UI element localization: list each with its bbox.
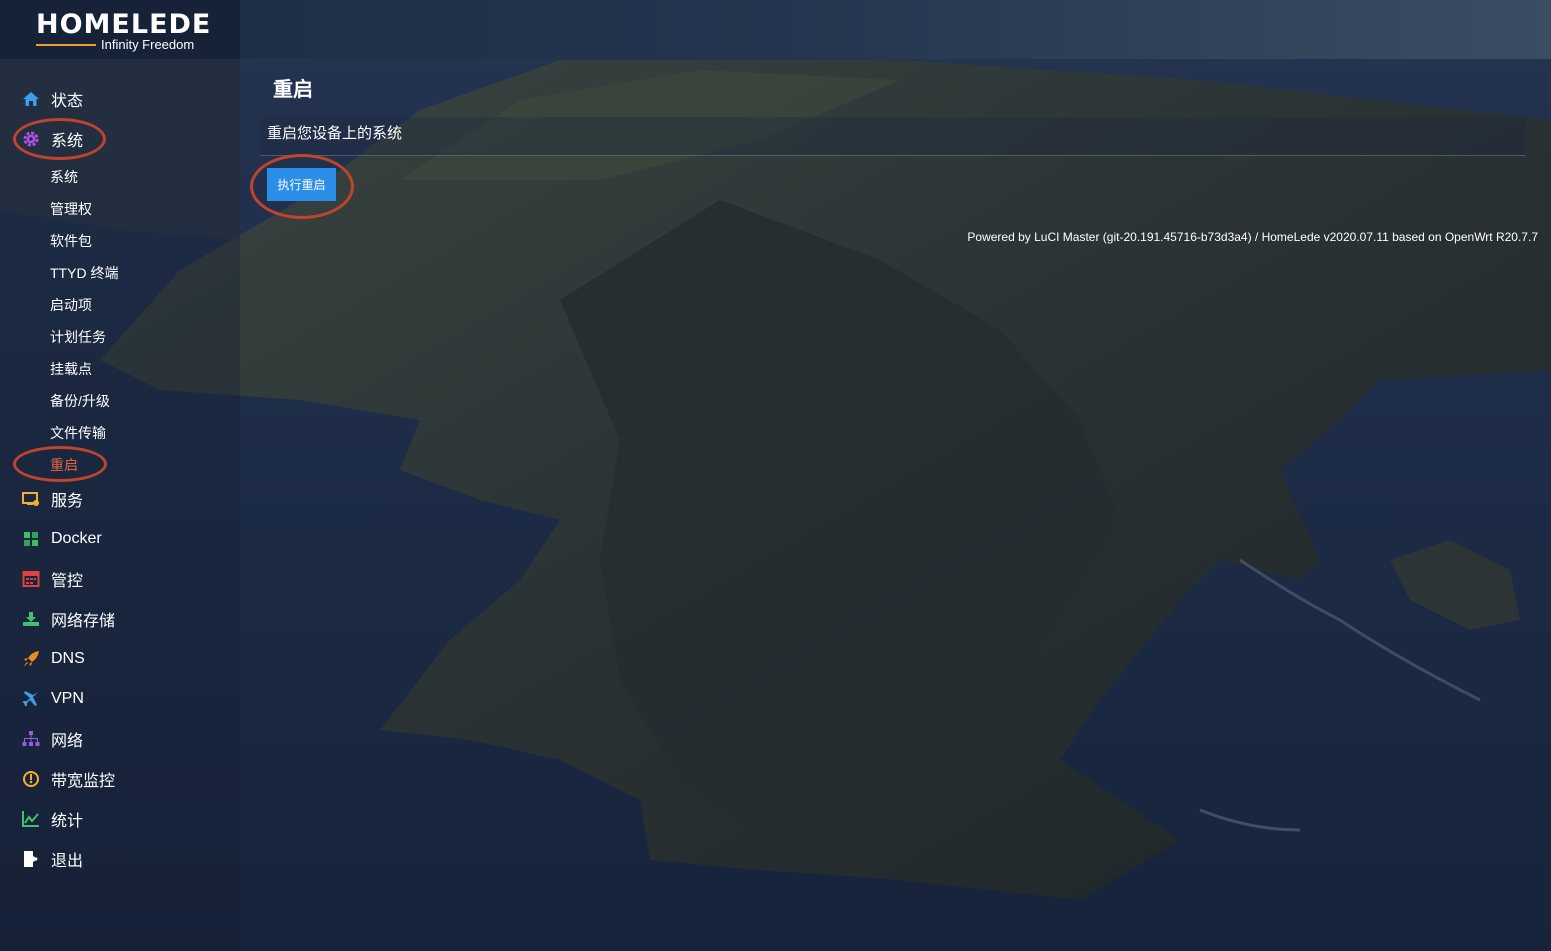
sidebar-item-services[interactable]: 服务 [22,487,83,511]
sidebar-item-label: Docker [51,530,102,547]
description-band [260,117,1525,156]
sidebar-item-label: 网络存储 [51,613,116,630]
sidebar-item-vpn[interactable]: VPN [22,687,84,711]
sidebar-item-label: 带宽监控 [51,773,116,790]
subitem-system[interactable]: 系统 [50,167,78,187]
subitem-reboot[interactable]: 重启 [50,455,78,475]
gear-icon [23,131,39,147]
plane-icon [22,691,38,706]
gauge-icon [23,771,39,787]
download-icon [23,612,39,626]
sidebar-item-label: DNS [51,650,85,667]
main-content: 重启 重启您设备上的系统 执行重启 Powered by LuCI Master… [240,59,1551,951]
logo-text: HOMELEDE [36,9,212,40]
rocket-icon [23,651,39,667]
sidebar-item-system[interactable]: 系统 [22,127,83,151]
sidebar-item-docker[interactable]: Docker [22,527,102,551]
sitemap-icon [22,731,40,746]
sidebar-item-label: VPN [51,690,84,707]
sidebar-item-network-storage[interactable]: 网络存储 [22,607,115,631]
logo-underline [36,44,96,46]
line-chart-icon [22,811,39,827]
perform-reboot-button[interactable]: 执行重启 [267,168,336,201]
logo[interactable]: HOMELEDE Infinity Freedom [0,0,240,59]
sidebar-item-label: 退出 [51,853,84,870]
subitem-mount-points[interactable]: 挂载点 [50,359,92,379]
control-icon [22,571,40,587]
home-icon [23,92,39,106]
subitem-file-transfer[interactable]: 文件传输 [50,423,106,443]
subitem-ttyd[interactable]: TTYD 终端 [50,263,118,283]
sidebar-item-network[interactable]: 网络 [22,727,83,751]
sidebar-item-label: 统计 [51,813,84,830]
sidebar-item-control[interactable]: 管控 [22,567,83,591]
sidebar-item-label: 服务 [51,493,84,510]
sidebar: 状态 系统 系统 管理权 软件包 TTYD 终端 启动项 计划任务 挂载点 备份… [0,59,240,951]
subitem-packages[interactable]: 软件包 [50,231,92,251]
logout-icon [24,851,38,867]
sidebar-item-label: 管控 [51,573,84,590]
page-title: 重启 [273,79,313,101]
docker-icon [24,532,38,546]
sidebar-item-label: 系统 [51,133,84,150]
subitem-startup[interactable]: 启动项 [50,295,92,315]
subitem-admin[interactable]: 管理权 [50,199,92,219]
sidebar-item-label: 网络 [51,733,84,750]
page-description: 重启您设备上的系统 [267,125,403,142]
logo-tagline: Infinity Freedom [101,37,195,52]
services-icon [22,492,39,506]
subitem-scheduled-tasks[interactable]: 计划任务 [50,327,106,347]
top-bar: HOMELEDE Infinity Freedom [0,0,1551,59]
subitem-backup-upgrade[interactable]: 备份/升级 [50,391,110,411]
sidebar-item-logout[interactable]: 退出 [22,847,83,871]
sidebar-item-status[interactable]: 状态 [22,87,83,111]
sidebar-item-dns[interactable]: DNS [22,647,85,671]
sidebar-item-bandwidth[interactable]: 带宽监控 [22,767,115,791]
footer-text: Powered by LuCI Master (git-20.191.45716… [967,230,1538,244]
sidebar-item-statistics[interactable]: 统计 [22,807,83,831]
sidebar-item-label: 状态 [51,93,84,110]
